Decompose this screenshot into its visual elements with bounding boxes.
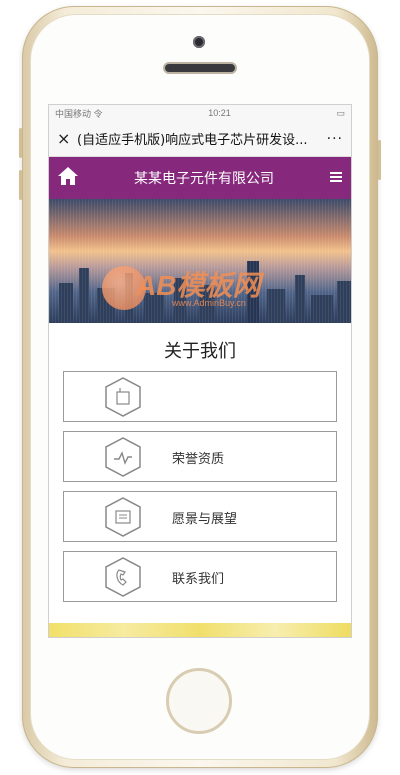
- nav-item-honors[interactable]: 荣誉资质: [63, 431, 337, 482]
- close-icon[interactable]: ×: [57, 129, 77, 148]
- power-button: [378, 140, 381, 180]
- more-options-icon[interactable]: ···: [321, 131, 343, 147]
- home-button[interactable]: [166, 668, 232, 734]
- phone-icon: [105, 557, 141, 597]
- pulse-icon: [105, 437, 141, 477]
- footer-strip: [49, 623, 351, 637]
- status-bar: 中国移动 令 10:21 ▭: [49, 105, 351, 121]
- carrier-label: 中国移动 令: [55, 108, 103, 119]
- earpiece-speaker: [165, 64, 235, 72]
- menu-icon[interactable]: [329, 169, 343, 188]
- volume-button-up: [19, 128, 22, 158]
- battery-icon: ▭: [336, 107, 345, 118]
- site-header: 某某电子元件有限公司: [49, 157, 351, 199]
- company-icon: [105, 377, 141, 417]
- home-icon[interactable]: [57, 166, 79, 190]
- phone-screen: 中国移动 令 10:21 ▭ × (自适应手机版)响应式电子芯片研发设... ·…: [48, 104, 352, 638]
- section-title: 关于我们: [164, 341, 236, 362]
- nav-item-label: 愿景与展望: [172, 512, 238, 527]
- nav-item-vision[interactable]: 愿景与展望: [63, 491, 337, 542]
- company-name: 某某电子元件有限公司: [134, 171, 274, 187]
- volume-button-down: [19, 170, 22, 200]
- nav-item-label: 联系我们: [172, 572, 225, 587]
- page-title: (自适应手机版)响应式电子芯片研发设...: [77, 133, 308, 148]
- status-time: 10:21: [208, 108, 231, 118]
- document-icon: [105, 497, 141, 537]
- nav-item-contact[interactable]: 联系我们: [63, 551, 337, 602]
- nav-item-label: 荣誉资质: [172, 452, 225, 467]
- city-skyline-banner: [49, 199, 351, 323]
- front-camera: [193, 36, 205, 48]
- browser-nav-bar: × (自适应手机版)响应式电子芯片研发设... ···: [49, 121, 351, 157]
- nav-item-about[interactable]: [63, 371, 337, 422]
